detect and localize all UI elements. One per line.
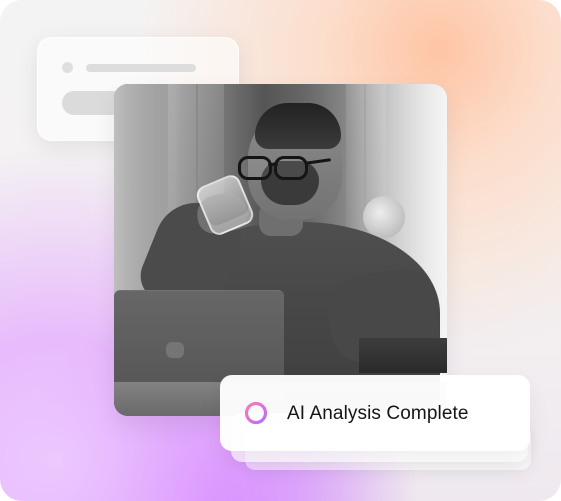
notebook <box>359 338 447 373</box>
placeholder-dot <box>62 62 73 73</box>
person-photo-card <box>114 84 447 416</box>
ring-icon <box>243 400 269 426</box>
hero-visual: AI Analysis Complete <box>0 0 561 501</box>
glasses-right-lens <box>274 156 308 180</box>
laptop-logo <box>166 342 184 358</box>
placeholder-line-short <box>86 64 196 72</box>
person-hair <box>255 103 341 149</box>
analysis-status-text: AI Analysis Complete <box>287 402 469 424</box>
glasses-bridge <box>268 163 278 166</box>
analysis-status-card: AI Analysis Complete <box>220 375 530 451</box>
lamp <box>363 196 405 238</box>
glasses-left-lens <box>238 156 272 180</box>
